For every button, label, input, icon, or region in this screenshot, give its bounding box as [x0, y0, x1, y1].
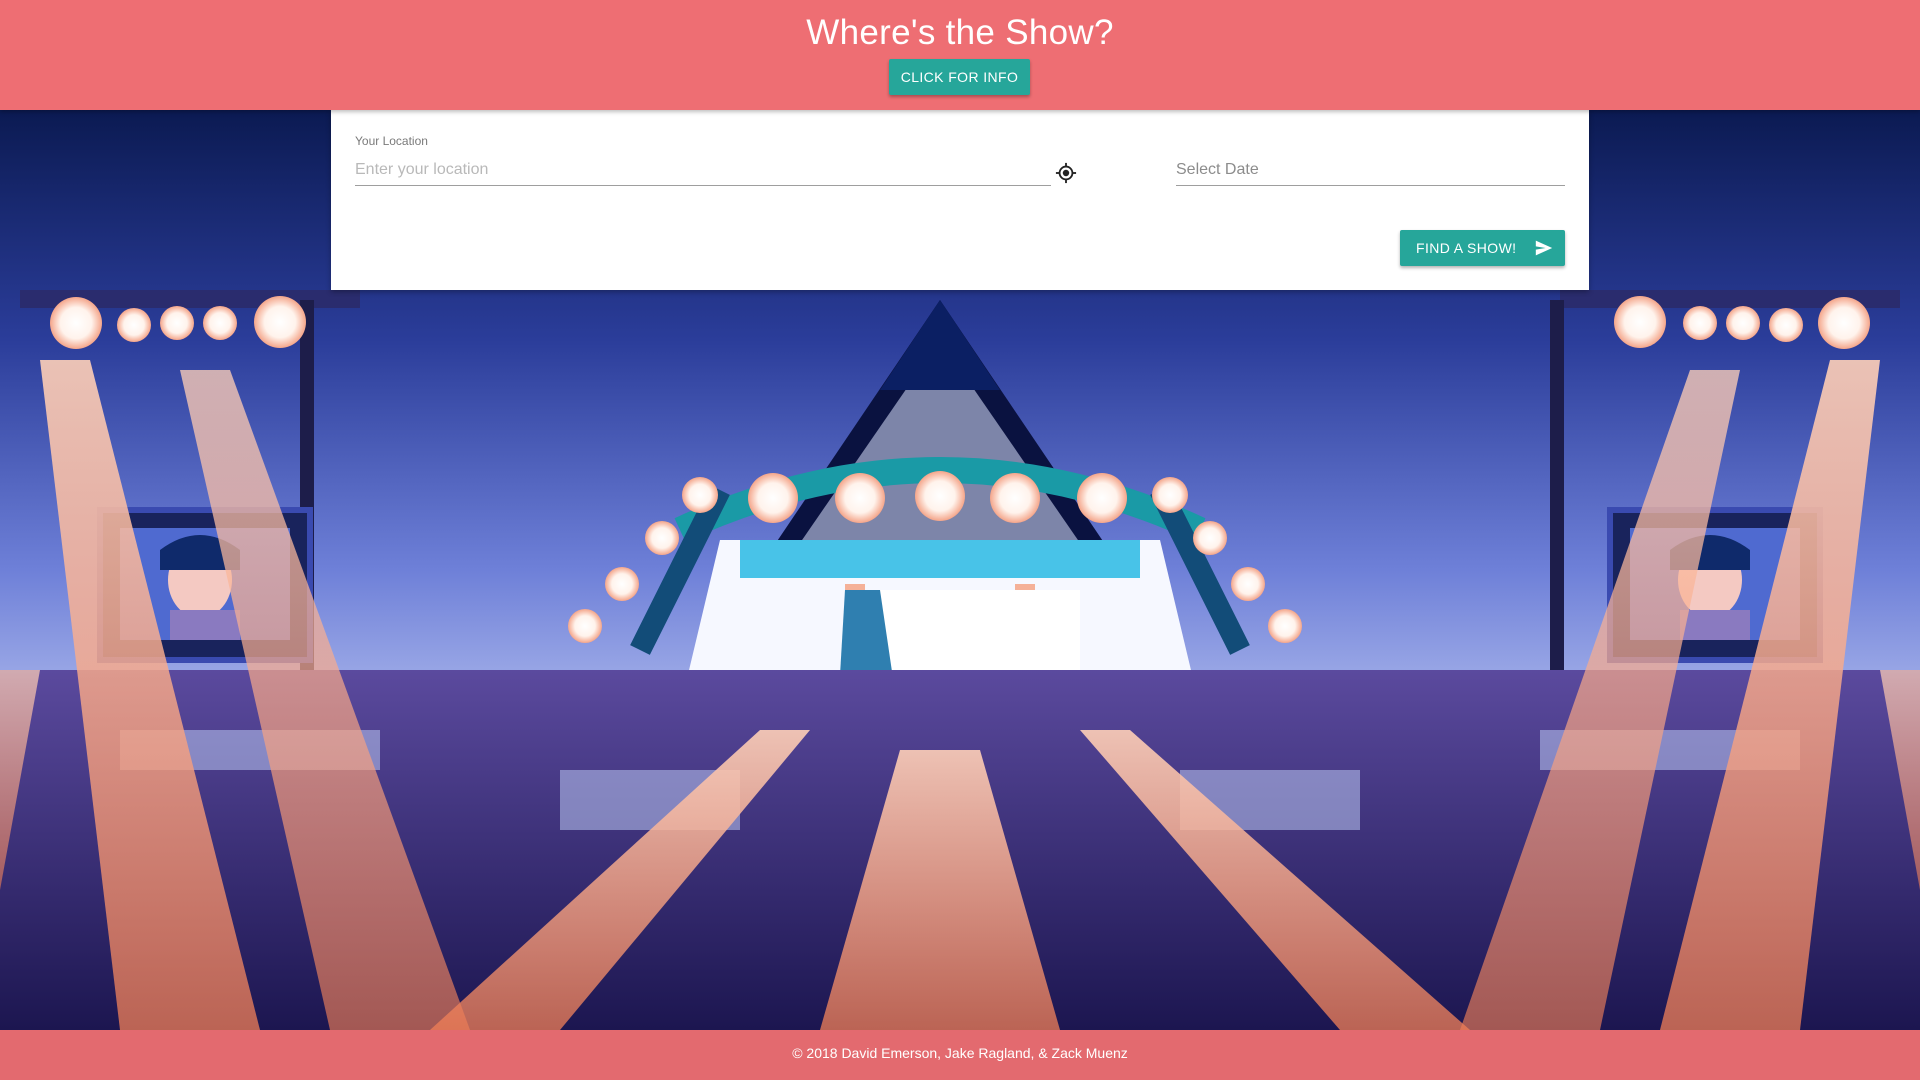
location-input[interactable]	[355, 155, 1051, 186]
find-show-label: FIND A SHOW!	[1416, 240, 1517, 256]
location-label: Your Location	[355, 134, 428, 148]
site-header: Where's the Show? CLICK FOR INFO	[0, 0, 1920, 110]
date-input[interactable]	[1176, 155, 1565, 186]
site-title: Where's the Show?	[806, 13, 1114, 52]
crosshair-gps-icon[interactable]	[1053, 160, 1079, 186]
copyright-text: © 2018 David Emerson, Jake Ragland, & Za…	[792, 1045, 1128, 1061]
find-show-button[interactable]: FIND A SHOW!	[1400, 230, 1565, 266]
info-button[interactable]: CLICK FOR INFO	[889, 59, 1030, 95]
site-footer: © 2018 David Emerson, Jake Ragland, & Za…	[0, 1030, 1920, 1080]
send-icon	[1536, 240, 1553, 256]
search-card: Your Location FIND A SHOW!	[331, 110, 1589, 290]
